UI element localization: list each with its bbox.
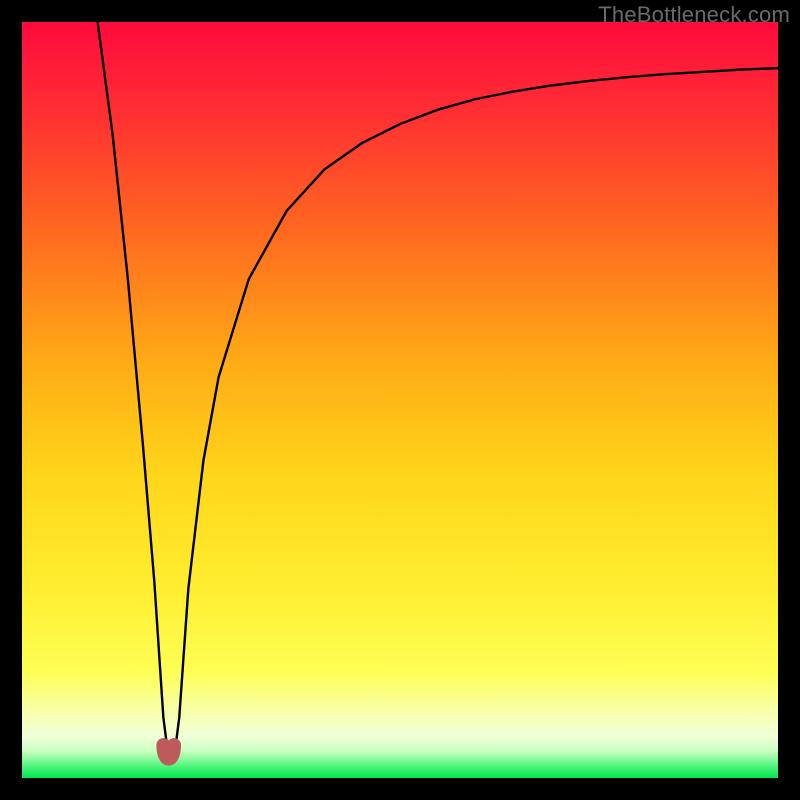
outer-frame: TheBottleneck.com: [0, 0, 800, 800]
plot-area: [22, 22, 778, 778]
bottleneck-curve: [22, 22, 778, 778]
watermark-text: TheBottleneck.com: [598, 2, 790, 28]
